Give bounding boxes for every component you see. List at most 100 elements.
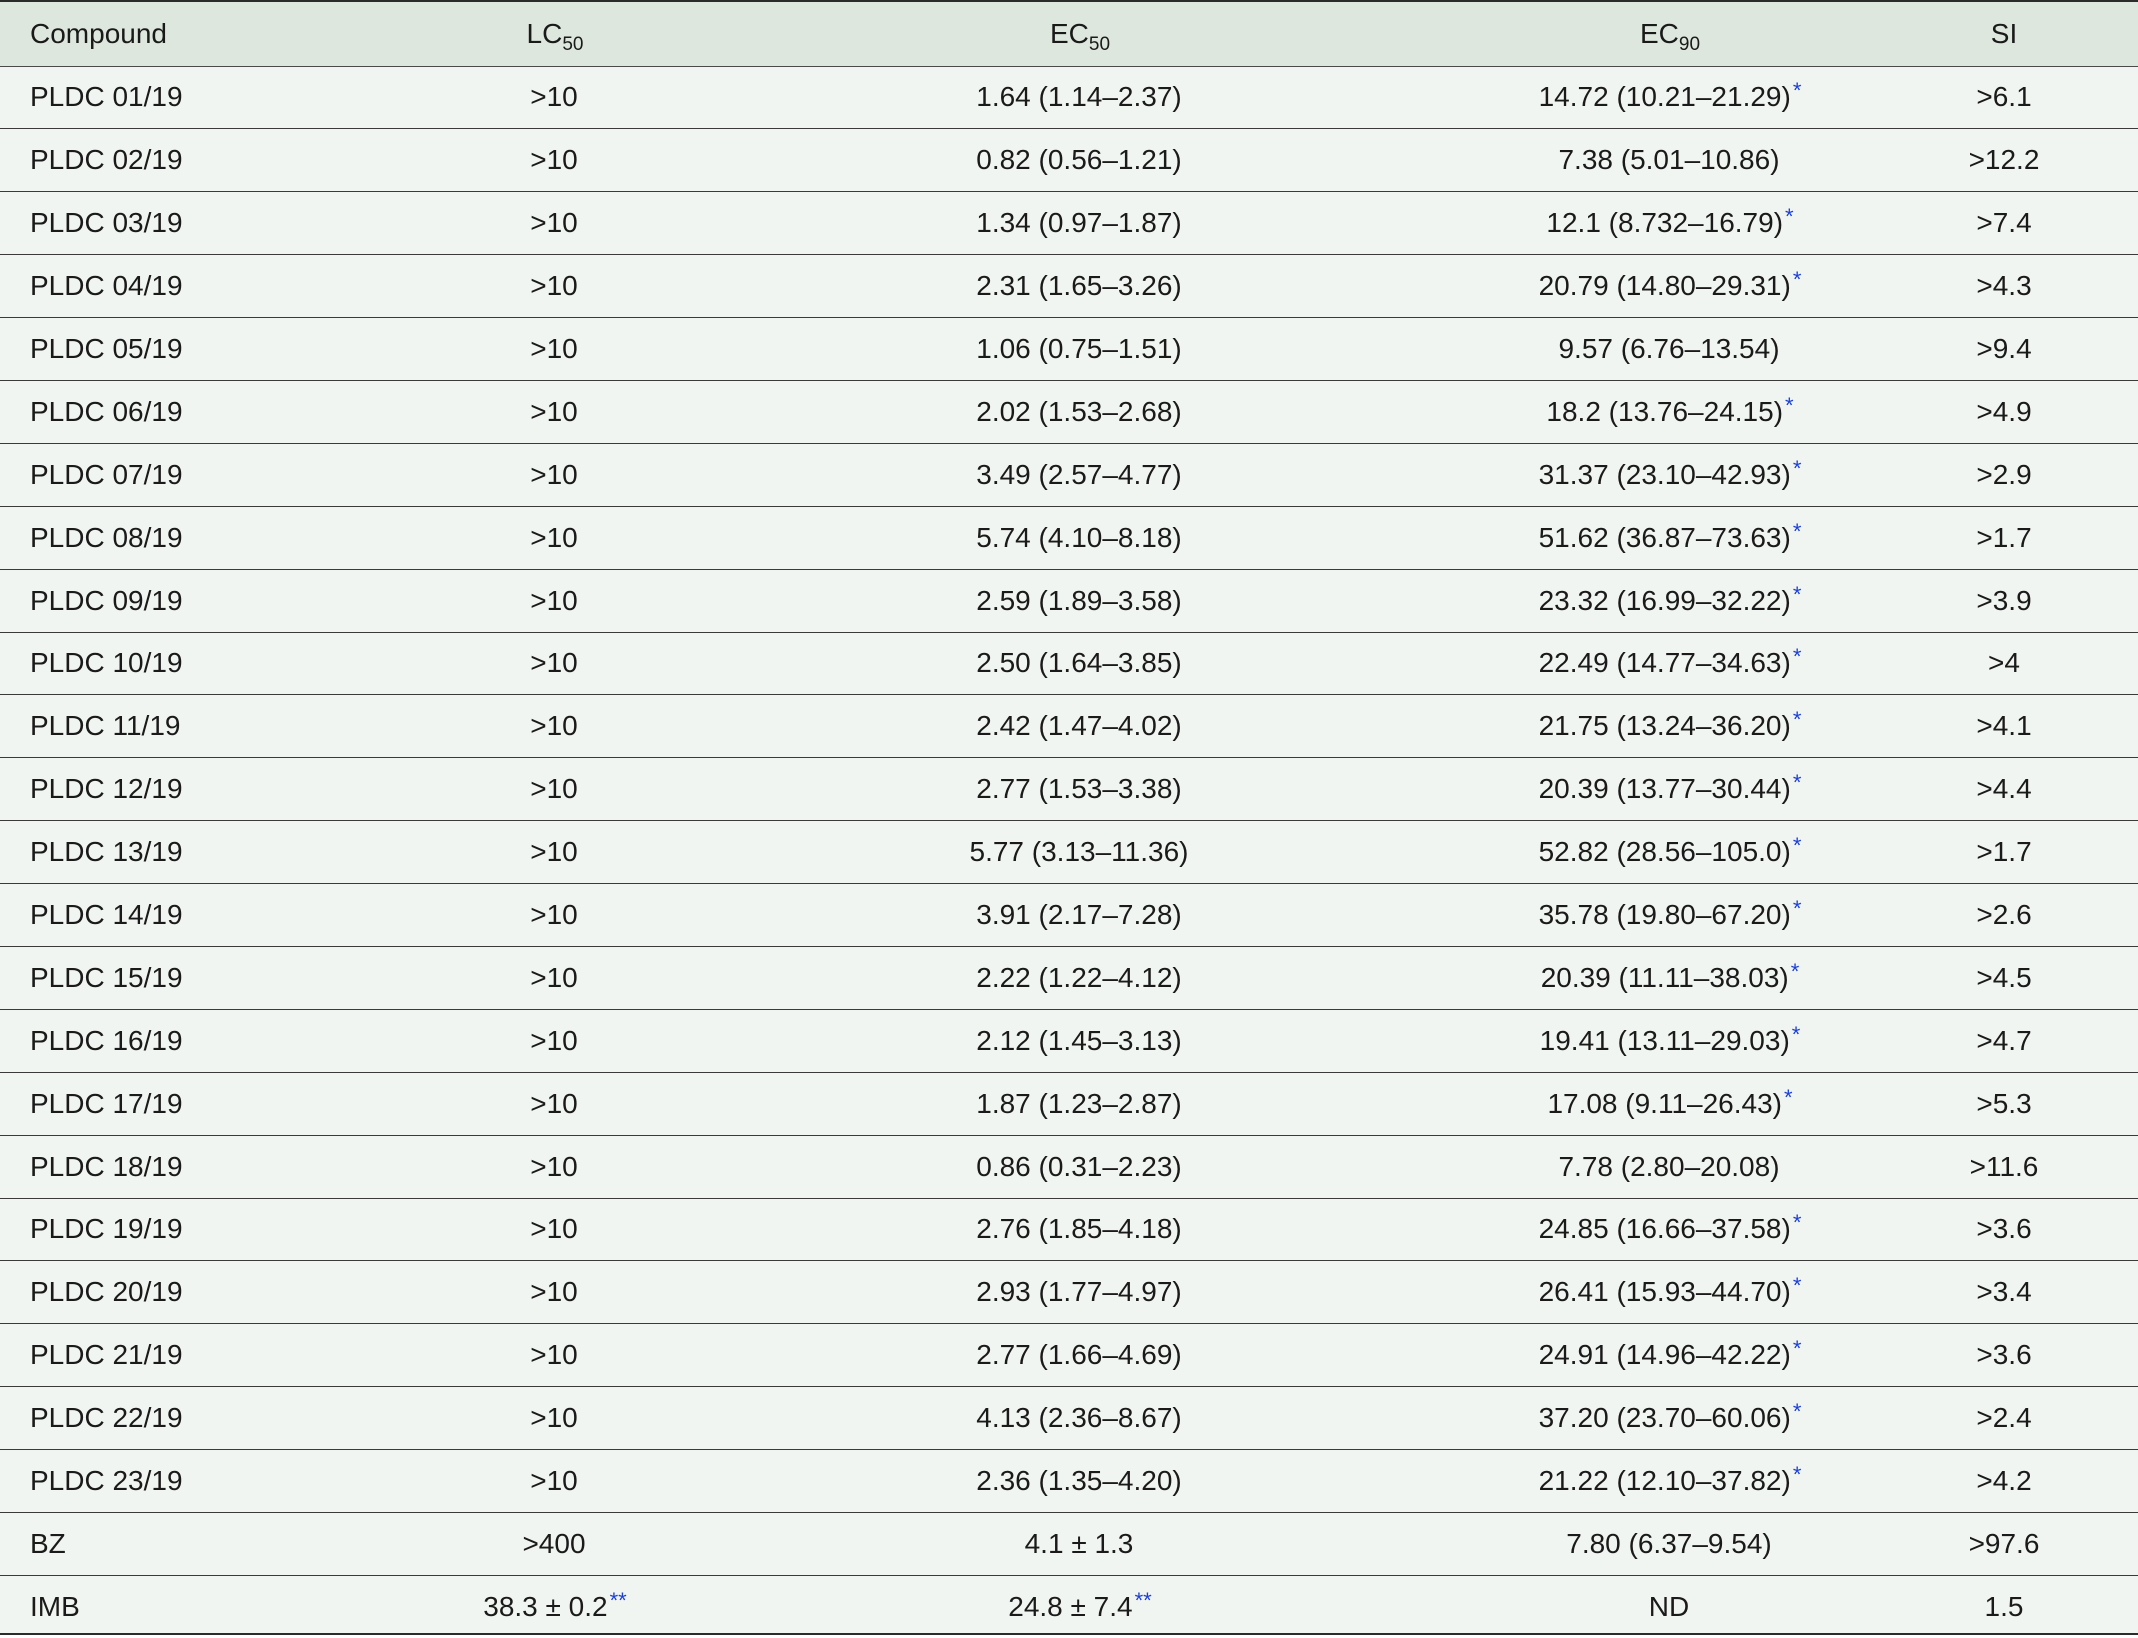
cell-si: >9.4 (1870, 317, 2138, 381)
footnote-marker: * (1790, 958, 1800, 984)
footnote-marker: * (1792, 833, 1802, 859)
footnote-marker (1182, 1399, 1184, 1424)
footnote-marker: * (1792, 518, 1802, 544)
cell-si-value: >4.1 (1976, 710, 2032, 742)
cell-ec50: 2.12 (1.45–3.13) (690, 1009, 1470, 1073)
cell-lc50-value: >10 (530, 647, 578, 679)
cell-ec90-value: 51.62 (36.87–73.63) (1538, 521, 1791, 553)
footnote-marker: * (1792, 581, 1802, 607)
cell-ec90-value: 22.49 (14.77–34.63) (1538, 647, 1791, 679)
cell-si-value: >2.6 (1976, 899, 2032, 931)
cell-ec90: 51.62 (36.87–73.63)* (1470, 506, 1870, 570)
footnote-marker (578, 267, 580, 292)
cell-ec90: 24.85 (16.66–37.58)* (1470, 1198, 1870, 1262)
cell-lc50: >10 (420, 1449, 690, 1513)
footnote-marker: ** (1134, 1588, 1152, 1614)
cell-compound-value: PLDC 03/19 (30, 207, 183, 239)
table-row: PLDC 09/19 >10 2.59 (1.89–3.58) 23.32 (16.9… (0, 569, 2138, 633)
footnote-marker: * (1792, 644, 1802, 670)
footnote-marker: * (1792, 1399, 1802, 1425)
cell-ec50: 2.59 (1.89–3.58) (690, 569, 1470, 633)
cell-ec50: 2.22 (1.22–4.12) (690, 946, 1470, 1010)
cell-ec50: 2.76 (1.85–4.18) (690, 1198, 1470, 1262)
cell-lc50-value: >10 (530, 710, 578, 742)
cell-ec50: 2.02 (1.53–2.68) (690, 380, 1470, 444)
footnote-marker (1182, 770, 1184, 795)
table-header: Compound LC50 EC50 EC90 SI (0, 2, 2138, 67)
footnote-marker (578, 1022, 580, 1047)
cell-lc50-value: >10 (530, 1024, 578, 1056)
cell-lc50-value: >10 (530, 458, 578, 490)
footnote-marker: * (1792, 1273, 1802, 1299)
cell-ec50: 5.77 (3.13–11.36) (690, 820, 1470, 885)
footnote-marker (1182, 1022, 1184, 1047)
cell-ec50: 2.93 (1.77–4.97) (690, 1260, 1470, 1325)
cell-ec50-value: 2.77 (1.53–3.38) (976, 773, 1182, 805)
cell-compound: PLDC 17/19 (0, 1072, 420, 1136)
table-row: BZ >400 4.1 ± 1.3 7.80 (6.37–9.54) >97.6 (0, 1512, 2138, 1576)
cell-ec90-value: 20.39 (11.11–38.03) (1540, 961, 1789, 993)
cell-ec50: 3.91 (2.17–7.28) (690, 883, 1470, 947)
cell-ec90-value: 37.20 (23.70–60.06) (1538, 1402, 1791, 1434)
cell-ec50: 2.77 (1.66–4.69) (690, 1323, 1470, 1388)
cell-si: >97.6 (1870, 1512, 2138, 1576)
cell-compound: PLDC 16/19 (0, 1009, 420, 1073)
footnote-marker (578, 770, 580, 795)
cell-lc50-value: >10 (530, 961, 578, 993)
footnote-marker (1182, 456, 1184, 481)
footnote-marker (578, 330, 580, 355)
cell-ec50-value: 5.74 (4.10–8.18) (976, 521, 1182, 553)
cell-compound-value: PLDC 10/19 (30, 647, 183, 679)
cell-si-value: >1.7 (1976, 836, 2032, 868)
cell-compound-value: BZ (30, 1527, 66, 1559)
cell-ec50-value: 3.91 (2.17–7.28) (976, 899, 1182, 931)
cell-compound-value: PLDC 13/19 (30, 836, 183, 868)
cell-ec90: 7.38 (5.01–10.86) (1470, 128, 1870, 193)
table-row: PLDC 15/19 >10 2.22 (1.22–4.12) 20.39 (11.1… (0, 946, 2138, 1010)
cell-compound: PLDC 12/19 (0, 757, 420, 822)
cell-si: >7.4 (1870, 191, 2138, 256)
cell-compound: PLDC 18/19 (0, 1135, 420, 1199)
cell-si-value: >5.3 (1976, 1087, 2032, 1119)
cell-ec90-value: 35.78 (19.80–67.20) (1538, 899, 1791, 931)
footnote-marker: * (1791, 1021, 1801, 1047)
footnote-marker (578, 582, 580, 607)
cell-lc50-value: >10 (530, 1087, 578, 1119)
cell-si: >4.5 (1870, 946, 2138, 1010)
cell-compound-value: PLDC 07/19 (30, 458, 183, 490)
footnote-marker (1780, 1148, 1782, 1173)
footnote-marker (578, 1210, 580, 1235)
cell-si-value: >4 (1988, 647, 2020, 679)
footnote-marker: * (1792, 1336, 1802, 1362)
cell-ec50-value: 2.50 (1.64–3.85) (976, 647, 1182, 679)
cell-compound: PLDC 21/19 (0, 1323, 420, 1388)
cell-compound-value: PLDC 21/19 (30, 1339, 183, 1371)
footnote-marker: * (1792, 455, 1802, 481)
cell-compound: PLDC 20/19 (0, 1260, 420, 1325)
cell-ec50-value: 1.64 (1.14–2.37) (976, 81, 1182, 113)
cell-lc50-value: >10 (530, 1276, 578, 1308)
cell-si: >2.4 (1870, 1386, 2138, 1451)
cell-compound: PLDC 07/19 (0, 443, 420, 507)
footnote-marker (1182, 896, 1184, 921)
cell-si: >4.3 (1870, 254, 2138, 319)
cell-ec90-value: ND (1648, 1591, 1690, 1623)
table-row: PLDC 19/19 >10 2.76 (1.85–4.18) 24.85 (16.6… (0, 1198, 2138, 1262)
cell-compound: PLDC 03/19 (0, 191, 420, 256)
cell-lc50-value: >10 (530, 333, 578, 364)
table-row: PLDC 07/19 >10 3.49 (2.57–4.77) 31.37 (23.1… (0, 443, 2138, 507)
footnote-marker (578, 1336, 580, 1361)
cell-ec90-value: 24.85 (16.66–37.58) (1538, 1213, 1791, 1245)
cell-ec90-value: 18.2 (13.76–24.15) (1546, 395, 1784, 427)
cell-ec50-value: 2.76 (1.85–4.18) (976, 1213, 1182, 1245)
cell-si-value: >97.6 (1968, 1527, 2040, 1559)
footnote-marker (1182, 78, 1184, 103)
cell-ec50-value: 24.8 ± 7.4 (1008, 1591, 1133, 1623)
cell-lc50: >10 (420, 1072, 690, 1136)
cell-ec90: 35.78 (19.80–67.20)* (1470, 883, 1870, 947)
footnote-marker (1182, 1148, 1184, 1173)
footnote-marker (1182, 1336, 1184, 1361)
cell-ec90-value: 31.37 (23.10–42.93) (1538, 458, 1791, 490)
cell-si: >1.7 (1870, 506, 2138, 570)
cell-ec90: 23.32 (16.99–32.22)* (1470, 569, 1870, 633)
